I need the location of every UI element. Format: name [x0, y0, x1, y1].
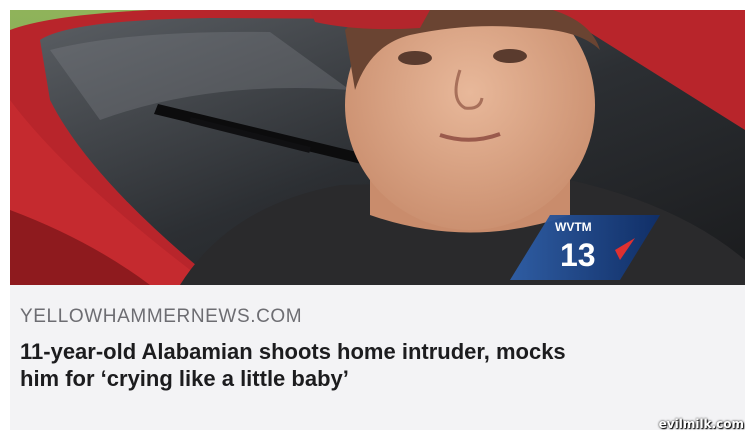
- article-card[interactable]: WVTM 13 YELLOWHAMMERNEWS.COM 11-year-old…: [10, 10, 745, 430]
- headline-line-1: 11-year-old Alabamian shoots home intrud…: [20, 339, 566, 364]
- watermark: evilmilk.com: [658, 417, 744, 431]
- article-photo[interactable]: WVTM 13: [10, 10, 745, 285]
- headline-line-2: him for ‘crying like a little baby’: [20, 366, 349, 391]
- tv-badge-station: WVTM: [555, 220, 592, 234]
- article-source[interactable]: YELLOWHAMMERNEWS.COM: [20, 306, 735, 328]
- article-meta: YELLOWHAMMERNEWS.COM 11-year-old Alabami…: [20, 306, 735, 392]
- tv-badge-channel: 13: [560, 237, 596, 273]
- article-headline[interactable]: 11-year-old Alabamian shoots home intrud…: [20, 338, 735, 392]
